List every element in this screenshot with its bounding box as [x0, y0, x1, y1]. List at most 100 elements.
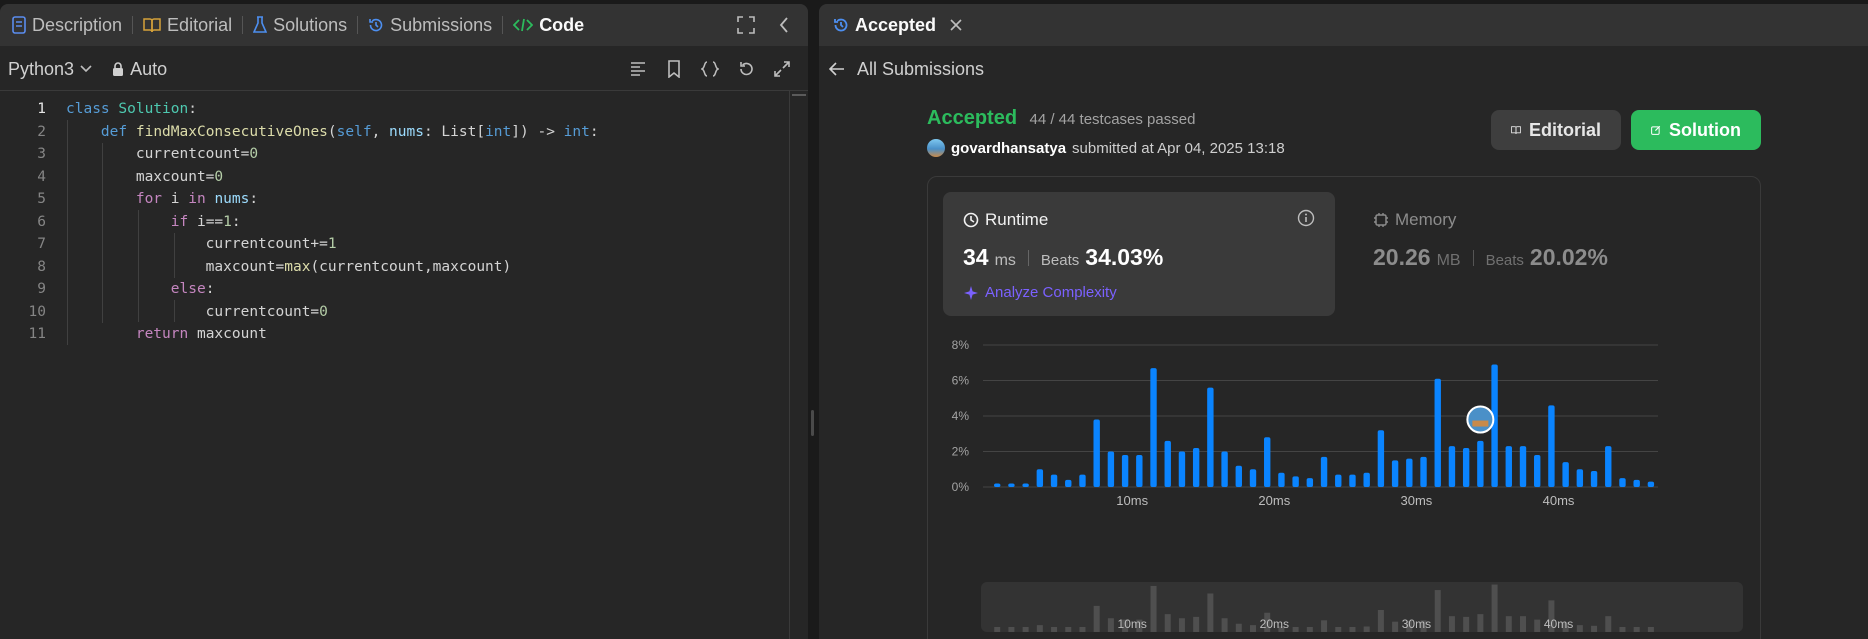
code-line[interactable]: 9 else:: [0, 278, 808, 301]
runtime-card[interactable]: Runtime 34 ms Beats 34.03% Analyze Compl…: [943, 192, 1335, 316]
bar[interactable]: [1192, 447, 1200, 487]
fullscreen-button[interactable]: [734, 13, 758, 37]
bar[interactable]: [1164, 440, 1171, 487]
editorial-button[interactable]: Editorial: [1491, 110, 1621, 150]
code-line[interactable]: 1 class Solution:: [0, 98, 808, 121]
bar[interactable]: [1221, 451, 1228, 488]
code-line[interactable]: 10 currentcount=0: [0, 301, 808, 324]
bar[interactable]: [1150, 368, 1157, 487]
code-editor[interactable]: 1 class Solution: 2 def findMaxConsecutive…: [0, 98, 808, 639]
bar[interactable]: [1320, 456, 1328, 487]
bar[interactable]: [1008, 483, 1015, 487]
bar[interactable]: [1363, 472, 1370, 487]
bar[interactable]: [994, 483, 1001, 487]
bookmark-button[interactable]: [662, 57, 686, 81]
bar[interactable]: [1278, 472, 1285, 487]
bar[interactable]: [1590, 471, 1598, 487]
bar[interactable]: [1477, 440, 1484, 487]
bar[interactable]: [1136, 455, 1143, 487]
memory-card[interactable]: Memory 20.26 MB Beats 20.02%: [1358, 192, 1738, 316]
bar[interactable]: [1462, 447, 1470, 487]
username[interactable]: govardhansatya: [951, 140, 1066, 157]
auto-mode-button[interactable]: Auto: [104, 59, 175, 80]
runtime-title: Runtime: [985, 210, 1049, 229]
panel-resize-handle[interactable]: [811, 410, 814, 436]
bar[interactable]: [1093, 419, 1100, 487]
code-line[interactable]: 3 currentcount=0: [0, 143, 808, 166]
code-line[interactable]: 6 if i==1:: [0, 211, 808, 234]
bar[interactable]: [1065, 479, 1072, 487]
bar[interactable]: [1079, 474, 1086, 487]
tab-editorial[interactable]: Editorial: [133, 4, 242, 46]
bar[interactable]: [1519, 446, 1527, 487]
bar[interactable]: [1349, 474, 1356, 487]
braces-button[interactable]: [698, 57, 722, 81]
bar[interactable]: [1235, 465, 1242, 487]
bar[interactable]: [1562, 462, 1569, 487]
bar[interactable]: [1434, 378, 1441, 487]
line-number: 1: [37, 101, 46, 117]
solution-button[interactable]: Solution: [1631, 110, 1761, 150]
expand-button[interactable]: [770, 57, 794, 81]
bar[interactable]: [1576, 469, 1584, 487]
collapse-button[interactable]: [772, 13, 796, 37]
bar[interactable]: [1121, 455, 1129, 487]
bar[interactable]: [1292, 476, 1299, 487]
bar[interactable]: [1207, 387, 1214, 487]
tab-solutions[interactable]: Solutions: [243, 4, 357, 46]
tab-code[interactable]: Code: [503, 4, 594, 46]
tab-accepted[interactable]: Accepted: [819, 4, 972, 46]
overview-bar: [1221, 618, 1228, 632]
close-icon[interactable]: [950, 19, 962, 31]
format-button[interactable]: [626, 57, 650, 81]
bar[interactable]: [1050, 474, 1058, 487]
bar[interactable]: [1107, 451, 1115, 488]
code-line[interactable]: 8 maxcount=max(currentcount,maxcount): [0, 256, 808, 279]
code-line[interactable]: 11 return maxcount: [0, 323, 808, 346]
bar[interactable]: [1249, 469, 1257, 487]
bar[interactable]: [1605, 446, 1612, 487]
overview-bar: [1363, 626, 1370, 632]
bar[interactable]: [1534, 455, 1541, 487]
editor-scrollbar[interactable]: [789, 90, 808, 639]
analyze-complexity-link[interactable]: Analyze Complexity: [963, 284, 1117, 301]
code-line[interactable]: 7 currentcount+=1: [0, 233, 808, 256]
info-icon[interactable]: [1297, 209, 1315, 227]
code-line[interactable]: 4 maxcount=0: [0, 166, 808, 189]
lock-icon: [113, 62, 124, 76]
code-text: maxcount=0: [66, 168, 224, 185]
overview-bar: [1505, 616, 1512, 632]
bar[interactable]: [1335, 474, 1342, 487]
flask-icon: [253, 16, 268, 33]
tab-description[interactable]: Description: [0, 4, 132, 46]
x-tick-label: 40ms: [1543, 493, 1575, 508]
bar[interactable]: [1633, 479, 1640, 487]
tab-submissions[interactable]: Submissions: [358, 4, 502, 46]
bar[interactable]: [1306, 478, 1314, 487]
chart-overview[interactable]: 10ms 20ms 30ms 40ms: [981, 582, 1743, 632]
bar[interactable]: [1420, 456, 1427, 487]
bar[interactable]: [1178, 451, 1186, 488]
bar[interactable]: [1647, 481, 1655, 487]
code-line[interactable]: 2 def findMaxConsecutiveOnes(self, nums:…: [0, 121, 808, 144]
bar[interactable]: [1619, 478, 1626, 487]
bar[interactable]: [1377, 430, 1385, 487]
bar[interactable]: [1391, 460, 1399, 487]
bar[interactable]: [1548, 405, 1555, 487]
bar[interactable]: [1264, 437, 1271, 487]
reset-button[interactable]: [734, 57, 758, 81]
overview-bar: [1193, 616, 1200, 632]
all-submissions-link[interactable]: All Submissions: [819, 59, 992, 80]
runtime-distribution-chart[interactable]: 0% 2% 4% 6% 8% 10ms 20ms 30ms 40ms: [928, 327, 1760, 547]
language-select[interactable]: Python3: [0, 59, 100, 80]
bar[interactable]: [1448, 446, 1456, 487]
bar[interactable]: [1505, 446, 1512, 487]
memory-title-row: Memory: [1373, 210, 1456, 230]
bar[interactable]: [1022, 483, 1029, 487]
avatar[interactable]: [927, 139, 945, 157]
bar[interactable]: [1406, 458, 1413, 487]
bar[interactable]: [1036, 469, 1044, 487]
scroll-thumb[interactable]: [792, 94, 806, 96]
chevron-down-icon: [80, 65, 92, 73]
code-line[interactable]: 5 for i in nums:: [0, 188, 808, 211]
